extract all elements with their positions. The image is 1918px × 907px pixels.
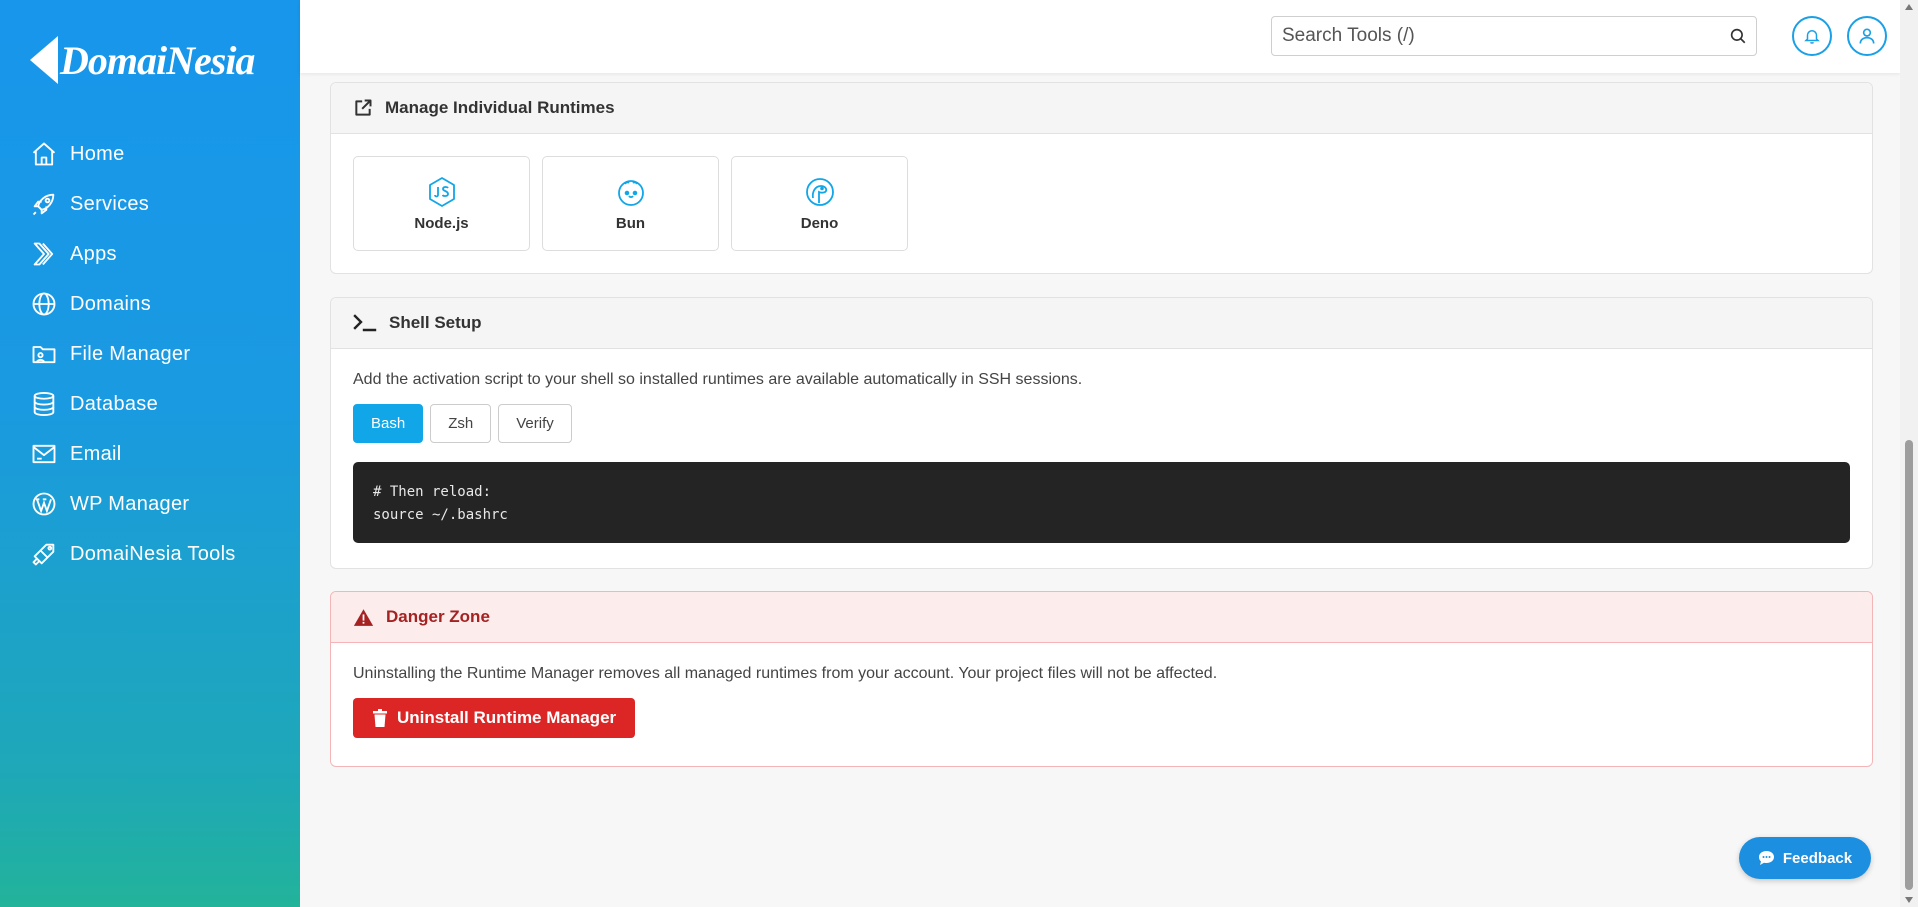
logo-arrow-icon: [30, 36, 58, 84]
runtimes-card-header: Manage Individual Runtimes: [331, 83, 1872, 134]
user-account-button[interactable]: [1847, 16, 1887, 56]
runtime-nodejs-button[interactable]: Node.js: [353, 156, 530, 251]
tab-bash[interactable]: Bash: [353, 404, 424, 443]
runtime-label: Bun: [615, 215, 646, 232]
nodejs-icon: [427, 175, 457, 209]
sidebar-item-home[interactable]: Home: [30, 129, 236, 179]
trash-icon: [372, 709, 388, 727]
feedback-button[interactable]: Feedback: [1739, 837, 1871, 879]
sidebar-item-domainesia-tools[interactable]: DomaiNesia Tools: [30, 529, 236, 579]
terminal-icon: [353, 314, 377, 332]
shell-setup-card-header: Shell Setup: [331, 298, 1872, 349]
feedback-label: Feedback: [1782, 849, 1853, 867]
shell-tabs: Bash Zsh Verify: [353, 404, 1850, 443]
sidebar-item-domains[interactable]: Domains: [30, 279, 236, 329]
notification-button[interactable]: [1792, 16, 1832, 56]
code-block[interactable]: # Then reload: source ~/.bashrc: [353, 462, 1850, 543]
sidebar-item-database[interactable]: Database: [30, 379, 236, 429]
brand-name: DomaiNesia: [60, 37, 255, 83]
sidebar-item-label: WP Manager: [70, 492, 190, 515]
uninstall-runtime-manager-button[interactable]: Uninstall Runtime Manager: [353, 698, 636, 738]
deno-icon: [804, 175, 836, 209]
chat-icon: [1758, 850, 1775, 866]
home-icon: [30, 140, 58, 168]
sidebar-item-label: Database: [70, 392, 159, 415]
scrollbar-thumb[interactable]: [1905, 440, 1913, 890]
globe-icon: [30, 290, 58, 318]
shell-setup-card-title: Shell Setup: [389, 313, 482, 332]
external-link-icon: [353, 98, 373, 118]
danger-zone-card-header: Danger Zone: [331, 592, 1872, 643]
code-line: # Then reload:: [373, 484, 492, 500]
search-input[interactable]: [1272, 17, 1720, 55]
rocket-icon: [30, 190, 58, 218]
sidebar-item-label: Home: [70, 142, 125, 165]
tools-icon: [30, 540, 58, 568]
tab-zsh[interactable]: Zsh: [430, 404, 492, 443]
sidebar-item-apps[interactable]: Apps: [30, 229, 236, 279]
runtime-list: Node.js Bun Deno: [353, 156, 1850, 251]
code-line: source ~/.bashrc: [373, 507, 508, 523]
tab-verify[interactable]: Verify: [498, 404, 572, 443]
page-scrollbar[interactable]: [1900, 0, 1918, 907]
danger-zone-card: Danger Zone Uninstalling the Runtime Man…: [330, 591, 1873, 767]
user-icon: [1859, 28, 1875, 44]
sidebar-item-wp-manager[interactable]: WP Manager: [30, 479, 236, 529]
scroll-up-arrow-icon[interactable]: [1905, 4, 1913, 10]
sidebar-item-label: Services: [70, 192, 150, 215]
sidebar-item-services[interactable]: Services: [30, 179, 236, 229]
shell-setup-card: Shell Setup Add the activation script to…: [330, 297, 1873, 569]
uninstall-button-label: Uninstall Runtime Manager: [397, 708, 617, 727]
sidebar-item-label: Apps: [70, 242, 117, 265]
warning-icon: [353, 608, 374, 627]
runtimes-card-title: Manage Individual Runtimes: [385, 98, 615, 117]
email-icon: [30, 440, 58, 468]
sidebar-item-file-manager[interactable]: File Manager: [30, 329, 236, 379]
shell-setup-description: Add the activation script to your shell …: [353, 371, 1083, 388]
apps-icon: [30, 240, 58, 268]
danger-zone-description: Uninstalling the Runtime Manager removes…: [353, 665, 1218, 682]
sidebar: DomaiNesia Home Services Apps Domains Fi…: [0, 0, 300, 907]
search-box[interactable]: [1271, 16, 1757, 56]
bell-icon: [1804, 29, 1820, 44]
runtime-deno-button[interactable]: Deno: [731, 156, 908, 251]
runtime-label: Node.js: [414, 215, 469, 232]
runtime-bun-button[interactable]: Bun: [542, 156, 719, 251]
top-bar: [300, 0, 1900, 73]
danger-zone-title: Danger Zone: [386, 607, 490, 626]
sidebar-item-email[interactable]: Email: [30, 429, 236, 479]
wordpress-icon: [30, 490, 58, 518]
runtime-label: Deno: [800, 215, 839, 232]
sidebar-item-label: DomaiNesia Tools: [70, 542, 236, 565]
brand-logo[interactable]: DomaiNesia: [30, 36, 255, 84]
scroll-down-arrow-icon[interactable]: [1905, 897, 1913, 903]
runtimes-card: Manage Individual Runtimes Node.js Bun D…: [330, 82, 1873, 274]
sidebar-item-label: Email: [70, 442, 122, 465]
sidebar-nav: Home Services Apps Domains File Manager: [30, 129, 236, 579]
bun-icon: [615, 175, 647, 209]
sidebar-item-label: File Manager: [70, 342, 191, 365]
sidebar-item-label: Domains: [70, 292, 152, 315]
folder-icon: [30, 340, 58, 368]
search-icon[interactable]: [1720, 27, 1756, 45]
database-icon: [30, 390, 58, 418]
